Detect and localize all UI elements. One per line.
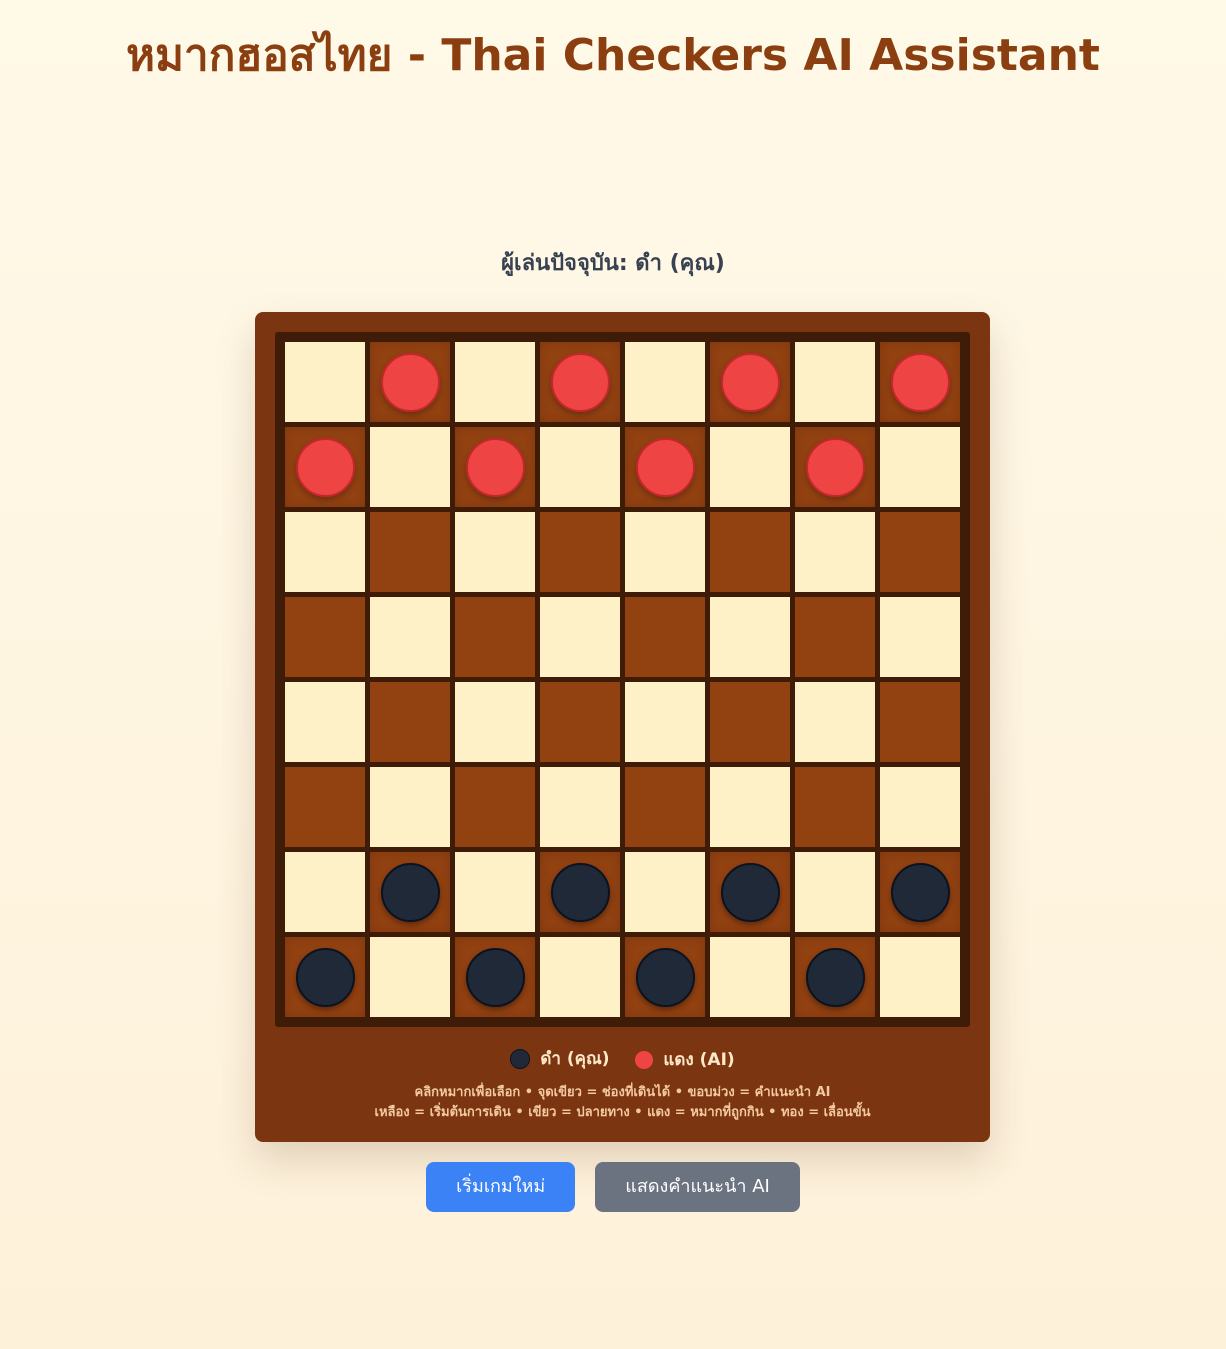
legend-item-red: แดง (AI) [635, 1048, 735, 1072]
board-square [370, 597, 450, 677]
black-piece[interactable] [721, 863, 780, 922]
red-piece[interactable] [806, 438, 865, 497]
board-square [710, 767, 790, 847]
board-square[interactable] [880, 852, 960, 932]
black-piece[interactable] [636, 948, 695, 1007]
board-square[interactable] [540, 682, 620, 762]
red-piece[interactable] [721, 353, 780, 412]
legend-red-label: แดง (AI) [663, 1050, 735, 1070]
board-square[interactable] [540, 512, 620, 592]
board-square [625, 512, 705, 592]
instructions: คลิกหมากเพื่อเลือก • จุดเขียว = ช่องที่เ… [255, 1083, 990, 1123]
board-card: ดำ (คุณ) แดง (AI) คลิกหมากเพื่อเลือก • จ… [255, 312, 990, 1142]
board-square[interactable] [625, 937, 705, 1017]
black-piece[interactable] [381, 863, 440, 922]
board-square[interactable] [880, 512, 960, 592]
black-piece[interactable] [806, 948, 865, 1007]
game-board [285, 342, 965, 1022]
board-square[interactable] [625, 427, 705, 507]
board-square [880, 767, 960, 847]
board-square [625, 682, 705, 762]
board-square [625, 852, 705, 932]
board-square[interactable] [285, 767, 365, 847]
board-square[interactable] [880, 342, 960, 422]
board-square[interactable] [455, 937, 535, 1017]
board-square[interactable] [795, 427, 875, 507]
board-square[interactable] [795, 937, 875, 1017]
board-square[interactable] [625, 597, 705, 677]
board-square [455, 342, 535, 422]
legend-item-black: ดำ (คุณ) [510, 1047, 610, 1071]
board-square [455, 512, 535, 592]
board-square[interactable] [370, 512, 450, 592]
current-player-status: ผู้เล่นปัจจุบัน: ดำ (คุณ) [501, 251, 725, 276]
board-square[interactable] [540, 852, 620, 932]
board-square[interactable] [880, 682, 960, 762]
board-square [795, 682, 875, 762]
board-square [285, 342, 365, 422]
board-square [455, 852, 535, 932]
board-square[interactable] [370, 852, 450, 932]
board-square[interactable] [370, 342, 450, 422]
red-piece[interactable] [381, 353, 440, 412]
board-square [285, 512, 365, 592]
board-square[interactable] [710, 682, 790, 762]
board-square [370, 767, 450, 847]
page-title: หมากฮอสไทย - Thai Checkers AI Assistant [126, 30, 1100, 81]
board-square [540, 427, 620, 507]
black-piece[interactable] [891, 863, 950, 922]
show-ai-hint-button[interactable]: แสดงคำแนะนำ AI [595, 1162, 800, 1212]
black-piece[interactable] [296, 948, 355, 1007]
board-square [880, 427, 960, 507]
board-square[interactable] [795, 597, 875, 677]
board-square[interactable] [540, 342, 620, 422]
red-piece[interactable] [636, 438, 695, 497]
board-square[interactable] [455, 597, 535, 677]
board-square[interactable] [285, 597, 365, 677]
hint-line-1: คลิกหมากเพื่อเลือก • จุดเขียว = ช่องที่เ… [414, 1085, 831, 1100]
board-square [795, 512, 875, 592]
black-piece-icon [510, 1049, 531, 1069]
red-piece[interactable] [891, 353, 950, 412]
board-square[interactable] [710, 852, 790, 932]
board-frame [275, 332, 970, 1027]
board-square [455, 682, 535, 762]
board-square [540, 597, 620, 677]
board-square [880, 597, 960, 677]
red-piece[interactable] [296, 438, 355, 497]
board-square[interactable] [710, 512, 790, 592]
board-square[interactable] [710, 342, 790, 422]
board-square [285, 852, 365, 932]
board-square [370, 427, 450, 507]
red-piece-icon [635, 1051, 654, 1069]
black-piece[interactable] [466, 948, 525, 1007]
red-piece[interactable] [551, 353, 610, 412]
hint-line-2: เหลือง = เริ่มต้นการเดิน • เขียว = ปลายท… [374, 1105, 871, 1120]
board-square [710, 597, 790, 677]
board-square[interactable] [455, 767, 535, 847]
red-piece[interactable] [466, 438, 525, 497]
board-square [880, 937, 960, 1017]
board-square [710, 427, 790, 507]
board-square [710, 937, 790, 1017]
board-square [370, 937, 450, 1017]
board-square[interactable] [625, 767, 705, 847]
board-square[interactable] [795, 767, 875, 847]
board-square [795, 852, 875, 932]
board-square[interactable] [285, 427, 365, 507]
legend-black-label: ดำ (คุณ) [540, 1049, 610, 1069]
new-game-button[interactable]: เริ่มเกมใหม่ [426, 1162, 576, 1212]
board-square [625, 342, 705, 422]
legend: ดำ (คุณ) แดง (AI) [255, 1047, 990, 1076]
board-square[interactable] [285, 937, 365, 1017]
action-buttons: เริ่มเกมใหม่ แสดงคำแนะนำ AI [0, 1162, 1226, 1212]
board-square[interactable] [455, 427, 535, 507]
board-square [285, 682, 365, 762]
black-piece[interactable] [551, 863, 610, 922]
board-square [540, 767, 620, 847]
board-square [795, 342, 875, 422]
board-square[interactable] [370, 682, 450, 762]
board-square [540, 937, 620, 1017]
